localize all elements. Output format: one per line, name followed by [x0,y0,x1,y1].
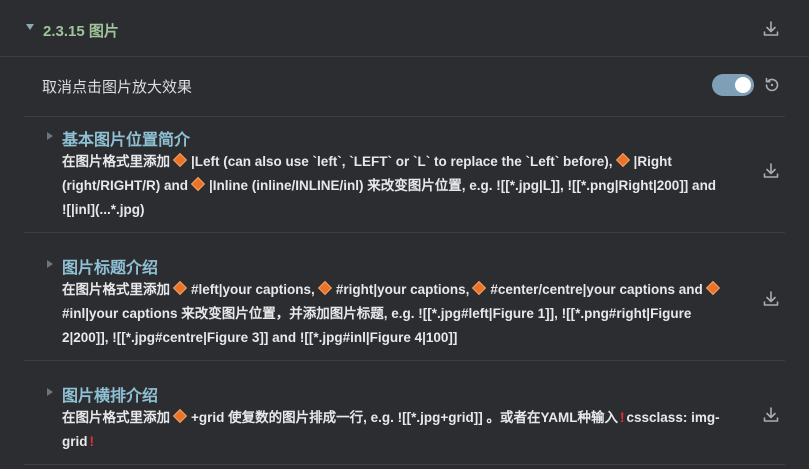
download-icon[interactable] [762,20,780,38]
toggle-switch[interactable] [712,74,754,96]
desc-text: 在图片格式里添加 [62,410,170,425]
diamond-icon [190,176,206,192]
item-description: 在图片格式里添加 #left|your captions, #right|your … [62,278,724,350]
diamond-icon [172,280,188,296]
item-heading[interactable]: 图片标题介绍 [62,254,158,278]
setting-row-disable-image-zoom: 取消点击图片放大效果 [24,56,785,117]
diamond-icon [705,280,720,296]
item-description: 在图片格式里添加 +grid 使复数的图片排成一行, e.g. ![[*.jpg+… [62,406,724,454]
list-item: 基本图片位置简介 在图片格式里添加 |Left (can also use `le… [24,124,785,233]
section-title: 2.3.15 图片 [43,23,119,40]
diamond-icon [172,152,188,168]
exclamation-icon: ! [89,434,95,449]
diamond-icon [172,408,188,424]
exclamation-icon: ! [620,410,625,425]
diamond-icon [615,152,630,168]
setting-label: 取消点击图片放大效果 [42,79,193,96]
section-header[interactable]: 2.3.15 图片 [0,0,809,57]
item-heading[interactable]: 图片横排介绍 [62,382,158,406]
chevron-down-icon[interactable] [26,24,34,30]
diamond-icon [472,280,487,296]
download-icon[interactable] [762,290,780,308]
download-icon[interactable] [762,406,780,424]
desc-text: #inl|your captions 来改变图片位置，并添加图片标题, e.g.… [62,306,692,345]
reset-icon[interactable] [763,76,781,94]
chevron-right-icon[interactable] [47,132,53,140]
desc-text: 在图片格式里添加 [62,154,170,169]
download-icon[interactable] [762,162,780,180]
item-heading[interactable]: 基本图片位置简介 [62,126,190,150]
desc-text: #center/centre|your captions and [490,282,703,297]
item-description: 在图片格式里添加 |Left (can also use `left`, `LEF… [62,150,724,222]
list-item: 图片横排介绍 在图片格式里添加 +grid 使复数的图片排成一行, e.g. ![… [24,380,785,465]
diamond-icon [317,280,332,296]
desc-text: 在图片格式里添加 [62,282,170,297]
desc-text: +grid 使复数的图片排成一行, e.g. ![[*.jpg+grid]] 。… [191,410,619,425]
toggle-knob [735,77,751,93]
desc-text: #left|your captions, [191,282,315,297]
chevron-right-icon[interactable] [47,260,53,268]
list-item: 图片标题介绍 在图片格式里添加 #left|your captions, #righ… [24,252,785,361]
desc-text: |Left (can also use `left`, `LEFT` or `L… [191,154,613,169]
chevron-right-icon[interactable] [47,388,53,396]
desc-text: #right|your captions, [335,282,470,297]
